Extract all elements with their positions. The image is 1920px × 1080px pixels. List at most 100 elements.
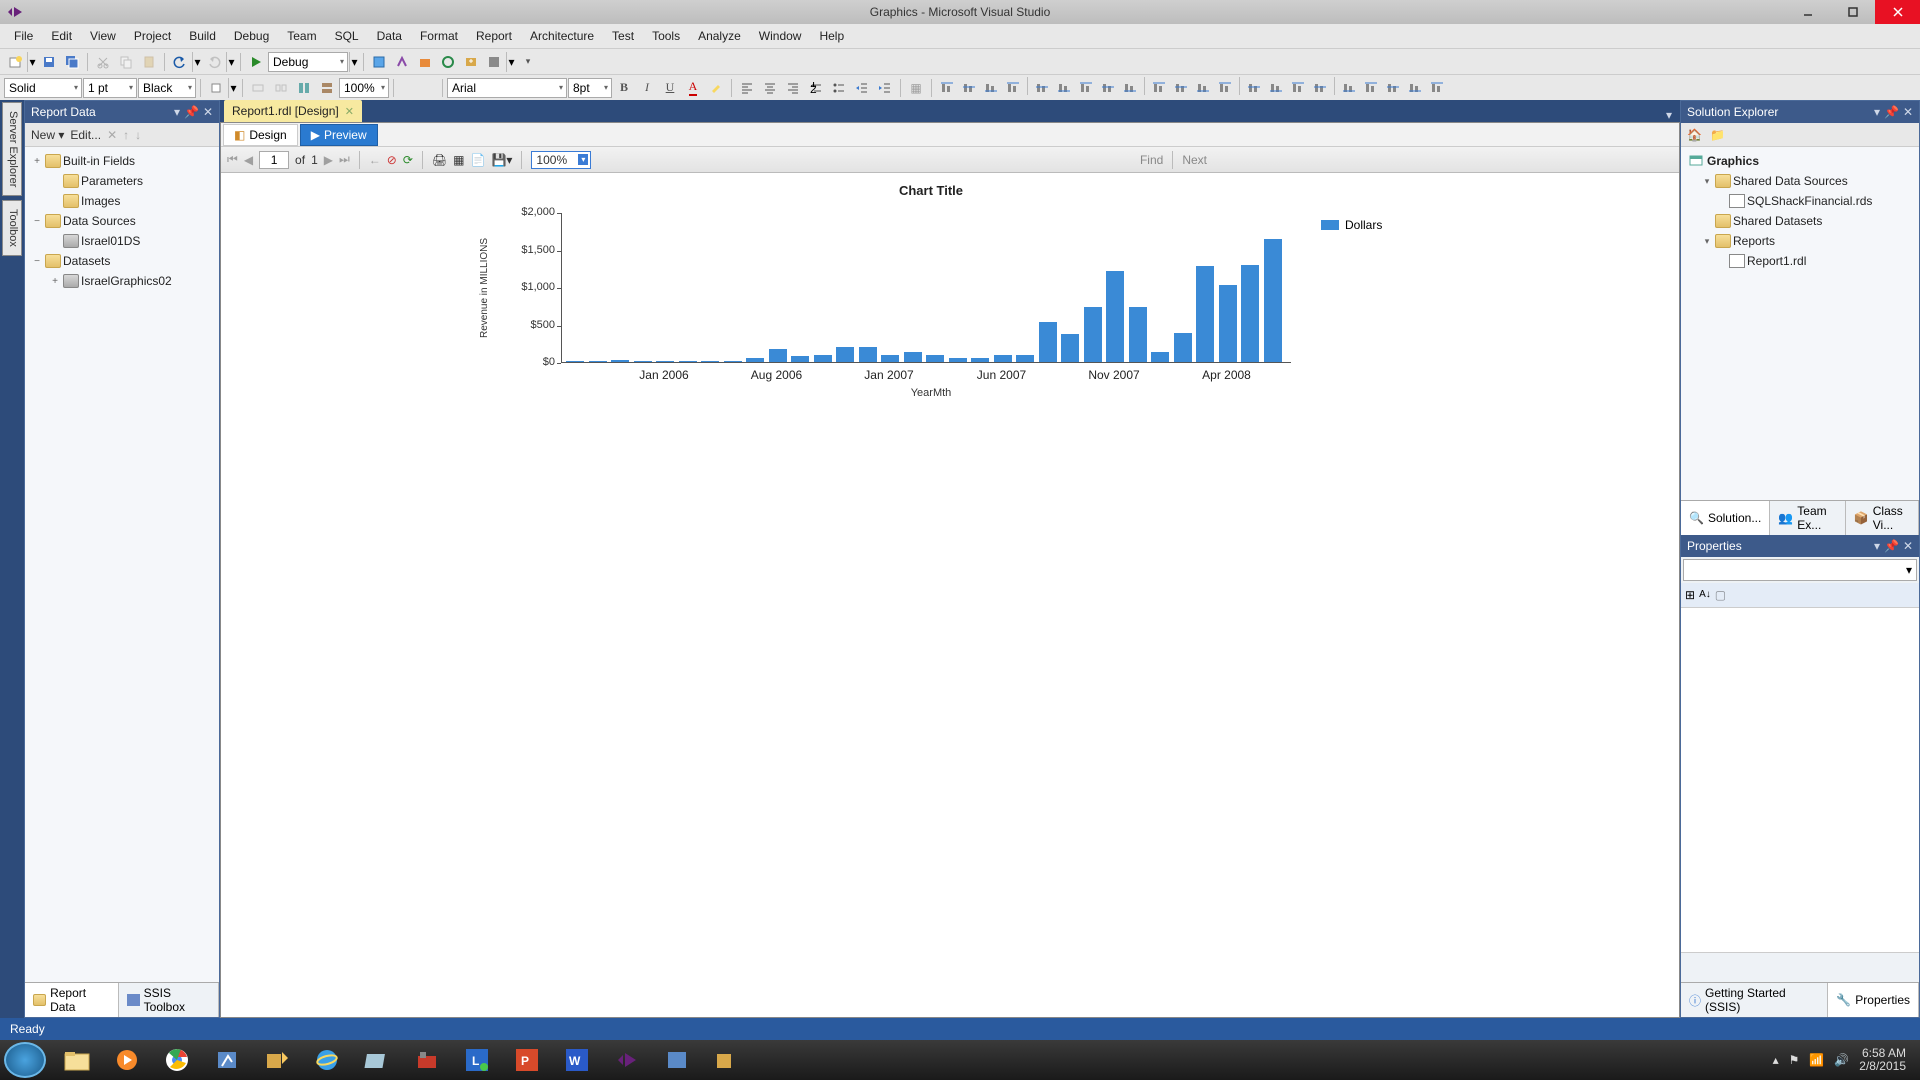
menu-window[interactable]: Window	[751, 27, 810, 45]
tab-solution-explorer[interactable]: 🔍Solution...	[1681, 501, 1770, 535]
layout-align-icon[interactable]	[1214, 77, 1236, 99]
tree-node[interactable]: +Built-in Fields	[27, 151, 217, 171]
menu-test[interactable]: Test	[604, 27, 642, 45]
network-icon[interactable]: 📶	[1809, 1053, 1824, 1067]
delete-icon[interactable]: ✕	[107, 128, 117, 142]
page-input[interactable]	[259, 151, 289, 169]
bullet-list-icon[interactable]	[828, 77, 850, 99]
layout-align-icon[interactable]	[1265, 77, 1287, 99]
new-project-icon[interactable]	[4, 51, 26, 73]
down-icon[interactable]: ↓	[135, 128, 141, 142]
color-combo[interactable]: Black	[138, 78, 196, 98]
undo-dropdown[interactable]: ▾	[192, 52, 202, 72]
fill-dropdown[interactable]: ▾	[228, 78, 238, 98]
layout-align-icon[interactable]	[1309, 77, 1331, 99]
solution-node[interactable]: ▾Shared Data Sources	[1683, 171, 1917, 191]
panel-dropdown-icon[interactable]: ▾	[174, 105, 180, 119]
layout-align-icon[interactable]	[1002, 77, 1024, 99]
undo-icon[interactable]	[169, 51, 191, 73]
ssis-icon-3[interactable]	[414, 51, 436, 73]
italic-icon[interactable]: I	[636, 77, 658, 99]
menu-sql[interactable]: SQL	[327, 27, 367, 45]
doc-tab-report1[interactable]: Report1.rdl [Design] ✕	[224, 100, 362, 122]
properties-grid[interactable]	[1681, 607, 1919, 953]
line-width-combo[interactable]: 1 pt	[83, 78, 137, 98]
panel-close-icon[interactable]: ✕	[1903, 105, 1913, 119]
fontsize-combo[interactable]: 8pt	[568, 78, 612, 98]
menu-view[interactable]: View	[82, 27, 124, 45]
border-icon[interactable]: ▦	[905, 77, 927, 99]
solution-node[interactable]: SQLShackFinancial.rds	[1683, 191, 1917, 211]
categorized-icon[interactable]: ⊞	[1685, 588, 1695, 602]
explorer-icon[interactable]	[53, 1042, 101, 1078]
viewer-zoom-combo[interactable]: 100%	[531, 151, 591, 169]
solution-tree[interactable]: Graphics ▾Shared Data SourcesSQLShackFin…	[1681, 147, 1919, 500]
properties-object-combo[interactable]: ▾	[1683, 559, 1917, 581]
menu-help[interactable]: Help	[811, 27, 852, 45]
solution-node[interactable]: Report1.rdl	[1683, 251, 1917, 271]
layout-toggle-icon[interactable]: ▦	[453, 153, 464, 167]
layout-icon-1[interactable]	[293, 77, 315, 99]
layout-align-icon[interactable]	[1119, 77, 1141, 99]
layout-align-icon[interactable]	[1148, 77, 1170, 99]
layout-align-icon[interactable]	[1031, 77, 1053, 99]
close-button[interactable]	[1875, 0, 1920, 24]
task-icon-5[interactable]	[253, 1042, 301, 1078]
solution-explorer-header[interactable]: Solution Explorer ▾📌✕	[1681, 101, 1919, 123]
first-page-icon[interactable]: ⏮	[227, 152, 238, 167]
layout-align-icon[interactable]	[1243, 77, 1265, 99]
print-icon[interactable]: 🖨	[432, 153, 447, 167]
layout-align-icon[interactable]	[1075, 77, 1097, 99]
alphabetical-icon[interactable]: A↓	[1699, 589, 1711, 600]
line-style-combo[interactable]: Solid	[4, 78, 82, 98]
menu-analyze[interactable]: Analyze	[690, 27, 749, 45]
align-center-icon[interactable]	[759, 77, 781, 99]
vs-taskbar-icon[interactable]	[603, 1042, 651, 1078]
tab-report-data[interactable]: Report Data	[25, 983, 119, 1017]
up-icon[interactable]: ↑	[123, 128, 129, 142]
server-explorer-tab[interactable]: Server Explorer	[2, 102, 22, 196]
redo-icon[interactable]	[203, 51, 225, 73]
layout-align-icon[interactable]	[1192, 77, 1214, 99]
export-icon[interactable]: 💾▾	[491, 153, 512, 167]
tree-node[interactable]: −Datasets	[27, 251, 217, 271]
clock[interactable]: 6:58 AM 2/8/2015	[1859, 1047, 1906, 1073]
menu-build[interactable]: Build	[181, 27, 224, 45]
align-left-icon[interactable]	[736, 77, 758, 99]
tree-node[interactable]: Parameters	[27, 171, 217, 191]
show-all-icon[interactable]: 📁	[1710, 128, 1725, 142]
layout-align-icon[interactable]	[958, 77, 980, 99]
menu-format[interactable]: Format	[412, 27, 466, 45]
ssis-dropdown[interactable]: ▾	[506, 52, 516, 72]
last-page-icon[interactable]: ⏭	[339, 152, 350, 167]
ssis-icon-2[interactable]	[391, 51, 413, 73]
prop-pages-icon[interactable]: ▢	[1715, 588, 1726, 602]
config-combo[interactable]: Debug	[268, 52, 348, 72]
doc-tab-close-icon[interactable]: ✕	[345, 105, 354, 118]
font-color-icon[interactable]: A	[682, 77, 704, 99]
toolbar-overflow-icon[interactable]: ▾	[517, 51, 539, 73]
menu-report[interactable]: Report	[468, 27, 520, 45]
prev-page-icon[interactable]: ◀	[244, 153, 253, 167]
config-dropdown[interactable]: ▾	[349, 52, 359, 72]
task-icon-8[interactable]	[403, 1042, 451, 1078]
menu-file[interactable]: File	[6, 27, 41, 45]
stop-icon[interactable]: ⊘	[387, 153, 397, 167]
layout-align-icon[interactable]	[1382, 77, 1404, 99]
chrome-icon[interactable]	[153, 1042, 201, 1078]
merge-icon-2[interactable]	[270, 77, 292, 99]
next-page-icon[interactable]: ▶	[324, 153, 333, 167]
menu-team[interactable]: Team	[279, 27, 324, 45]
new-dropdown[interactable]: ▾	[27, 52, 37, 72]
layout-align-icon[interactable]	[1097, 77, 1119, 99]
solution-node[interactable]: ▾Reports	[1683, 231, 1917, 251]
doc-tabs-dropdown-icon[interactable]: ▾	[1658, 108, 1680, 122]
report-data-tree[interactable]: +Built-in FieldsParametersImages−Data So…	[25, 147, 219, 982]
properties-header[interactable]: Properties ▾📌✕	[1681, 535, 1919, 557]
bold-icon[interactable]: B	[613, 77, 635, 99]
tab-properties[interactable]: 🔧Properties	[1828, 983, 1919, 1017]
toolbox-tab[interactable]: Toolbox	[2, 200, 22, 256]
tab-team-explorer[interactable]: 👥Team Ex...	[1770, 501, 1845, 535]
report-data-header[interactable]: Report Data ▾📌✕	[25, 101, 219, 123]
pin-icon[interactable]: 📌	[1884, 539, 1899, 553]
